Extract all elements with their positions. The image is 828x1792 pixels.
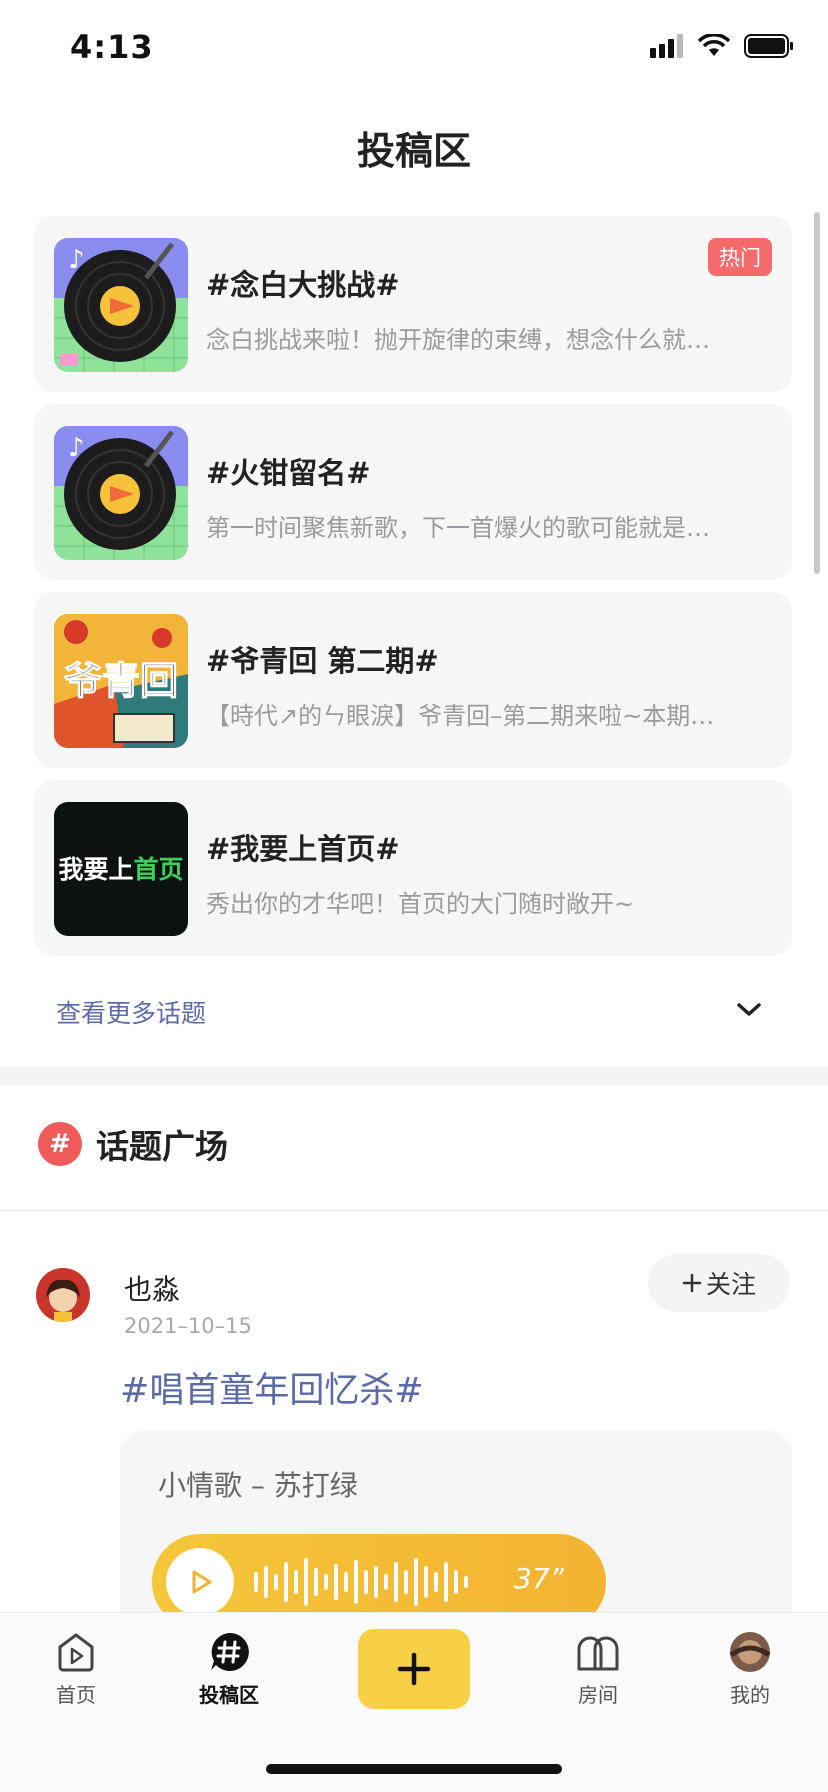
plaza-title: 话题广场 xyxy=(96,1127,228,1166)
tab-submit-label: 投稿区 xyxy=(199,1683,259,1707)
thumbnail-text: 我要上首页 xyxy=(54,850,188,886)
topic-title: #火钳留名# xyxy=(206,456,371,490)
people-icon xyxy=(577,1636,619,1671)
signal-icon xyxy=(650,34,683,58)
hot-badge: 热门 xyxy=(708,238,772,276)
play-button[interactable] xyxy=(166,1548,234,1616)
duration: 37” xyxy=(514,1562,565,1595)
hashtag-icon: # xyxy=(38,1122,82,1166)
home-indicator xyxy=(266,1764,562,1774)
battery-icon xyxy=(744,34,793,58)
home-play-icon xyxy=(58,1633,94,1672)
thumbnail-text-white: 我要上 xyxy=(58,855,134,884)
avatar-image xyxy=(36,1268,90,1322)
topic-title: #我要上首页# xyxy=(206,832,400,866)
plus-icon xyxy=(397,1652,431,1686)
topic-thumbnail: ♪ xyxy=(54,238,188,372)
hashtag-bubble-icon xyxy=(211,1632,249,1671)
wifi-icon xyxy=(698,34,730,56)
tab-home[interactable]: 首页 xyxy=(16,1631,136,1708)
tab-mine[interactable]: 我的 xyxy=(690,1631,810,1708)
chevron-down-icon[interactable] xyxy=(736,1002,762,1018)
tab-home-label: 首页 xyxy=(56,1683,96,1707)
thumbnail-text-green: 首页 xyxy=(133,855,184,884)
topic-card[interactable]: 爷青回 #爷青回 第二期# 【時代↗的ㄣ眼淚】爷青回–第二期来啦~本期… xyxy=(34,592,792,768)
svg-text:♪: ♪ xyxy=(68,245,85,275)
topic-description: 【時代↗的ㄣ眼淚】爷青回–第二期来啦~本期… xyxy=(206,702,715,730)
tab-rooms-label: 房间 xyxy=(578,1683,618,1707)
follow-label: 关注 xyxy=(705,1270,756,1299)
waveform-icon xyxy=(254,1558,468,1606)
tab-rooms[interactable]: 房间 xyxy=(538,1631,658,1708)
topic-card[interactable]: 我要上首页 #我要上首页# 秀出你的才华吧！首页的大门随时敞开~ xyxy=(34,780,792,956)
topic-description: 念白挑战来啦！抛开旋律的束缚，想念什么就… xyxy=(206,326,710,354)
topic-thumbnail: ♪ xyxy=(54,426,188,560)
user-avatar-icon xyxy=(729,1632,771,1672)
tab-mine-label: 我的 xyxy=(730,1683,770,1707)
page-title: 投稿区 xyxy=(356,129,471,173)
tab-submit[interactable]: 投稿区 xyxy=(169,1631,289,1708)
topic-thumbnail: 爷青回 xyxy=(54,614,188,748)
poster-text: 爷青回 xyxy=(64,659,178,703)
more-topics-link[interactable]: 查看更多话题 xyxy=(56,994,206,1030)
plaza-header: # 话题广场 xyxy=(38,1120,228,1168)
section-divider xyxy=(0,1066,828,1086)
topic-description: 秀出你的才华吧！首页的大门随时敞开~ xyxy=(206,890,635,918)
topic-description: 第一时间聚焦新歌，下一首爆火的歌可能就是… xyxy=(206,514,710,542)
status-time: 4:13 xyxy=(70,28,154,66)
vinyl-record-icon: ♪ xyxy=(54,238,188,372)
avatar[interactable] xyxy=(36,1268,90,1322)
topic-card[interactable]: ♪ #火钳留名# 第一时间聚焦新歌，下一首爆火的歌可能就是… xyxy=(34,404,792,580)
status-icons xyxy=(650,34,794,58)
vinyl-record-icon: ♪ xyxy=(54,426,188,560)
topic-title: #爷青回 第二期# xyxy=(206,644,439,678)
post-topic-link[interactable]: #唱首童年回忆杀# xyxy=(120,1362,424,1413)
plus-icon xyxy=(682,1273,702,1293)
song-name: 小情歌 – 苏打绿 xyxy=(158,1469,358,1502)
topic-thumbnail: 我要上首页 xyxy=(54,802,188,936)
svg-text:♪: ♪ xyxy=(68,433,85,463)
topic-title: #念白大挑战# xyxy=(206,268,400,302)
scrollbar[interactable] xyxy=(814,212,820,574)
post-username[interactable]: 也淼 xyxy=(124,1268,180,1308)
post-date: 2021–10–15 xyxy=(124,1314,252,1338)
play-icon xyxy=(192,1570,212,1594)
divider xyxy=(0,1210,828,1211)
status-bar: 4:13 xyxy=(0,0,828,100)
follow-button[interactable]: 关注 xyxy=(648,1254,790,1312)
retro-poster-icon: 爷青回 xyxy=(54,614,188,748)
create-post-button[interactable] xyxy=(358,1629,470,1709)
topic-card[interactable]: ♪ #念白大挑战# 念白挑战来啦！抛开旋律的束缚，想念什么就… 热门 xyxy=(34,216,792,392)
